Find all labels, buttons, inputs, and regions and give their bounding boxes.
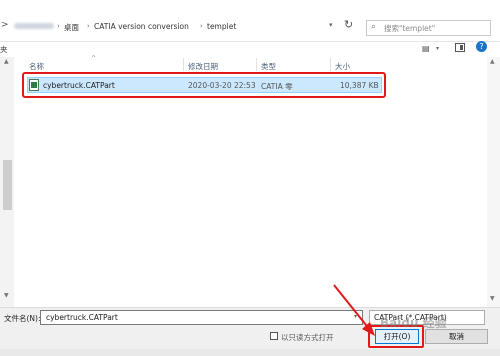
sort-caret-icon: ^ bbox=[91, 55, 97, 62]
column-divider[interactable] bbox=[256, 58, 257, 71]
cancel-button[interactable]: 取消 bbox=[425, 329, 488, 344]
filename-label: 文件名(N): bbox=[4, 314, 41, 323]
refresh-icon[interactable]: ↻ bbox=[344, 18, 353, 31]
breadcrumb-chevron-icon: › bbox=[87, 22, 90, 30]
breadcrumb-templet[interactable]: templet bbox=[207, 22, 236, 31]
blurred-path-segment bbox=[14, 23, 54, 29]
column-type[interactable]: 类型 bbox=[261, 61, 276, 72]
highlight-box-file bbox=[22, 72, 386, 98]
annotation-arrow bbox=[333, 284, 375, 336]
file-list-scrollbar[interactable] bbox=[487, 57, 500, 307]
baidu-watermark: Baidu 经验 bbox=[380, 316, 447, 330]
organize-menu-fragment[interactable]: 夹 bbox=[0, 44, 8, 55]
column-name[interactable]: 名称 bbox=[29, 61, 44, 72]
filename-dropdown-icon[interactable]: ▾ bbox=[354, 313, 357, 320]
search-icon: ⌕ bbox=[371, 22, 377, 32]
search-placeholder: 搜索"templet" bbox=[384, 24, 436, 33]
breadcrumb-chevron-icon: › bbox=[200, 22, 203, 30]
search-input[interactable]: ⌕ 搜索"templet" bbox=[366, 20, 491, 36]
column-divider[interactable] bbox=[330, 58, 331, 71]
filename-value: cybertruck.CATPart bbox=[46, 313, 118, 322]
column-size[interactable]: 大小 bbox=[335, 61, 350, 72]
readonly-checkbox[interactable] bbox=[270, 332, 278, 340]
view-dropdown-icon[interactable]: ▾ bbox=[436, 45, 439, 52]
preview-pane-icon[interactable] bbox=[455, 43, 465, 52]
scroll-down-icon[interactable]: ▼ bbox=[4, 292, 9, 299]
scroll-up-icon[interactable]: ▲ bbox=[490, 58, 495, 65]
view-options-icon[interactable]: ▤ bbox=[422, 44, 430, 53]
breadcrumb-chevron-icon: › bbox=[57, 22, 60, 30]
scroll-down-icon[interactable]: ▼ bbox=[490, 295, 495, 302]
status-strip bbox=[0, 349, 500, 356]
column-divider[interactable] bbox=[183, 58, 184, 71]
breadcrumb-desktop[interactable]: 桌面 bbox=[64, 22, 79, 33]
back-chevron-icon[interactable]: > bbox=[1, 20, 9, 30]
nav-scroll-thumb[interactable] bbox=[3, 160, 12, 210]
breadcrumb-catia-folder[interactable]: CATIA version conversion bbox=[94, 22, 189, 31]
help-icon[interactable]: ? bbox=[476, 41, 487, 52]
filename-input[interactable]: cybertruck.CATPart bbox=[40, 310, 363, 325]
address-dropdown-icon[interactable]: ▾ bbox=[329, 21, 333, 29]
readonly-label[interactable]: 以只读方式打开 bbox=[281, 332, 334, 343]
scroll-up-icon[interactable]: ▲ bbox=[4, 58, 9, 65]
column-modified[interactable]: 修改日期 bbox=[188, 61, 218, 72]
